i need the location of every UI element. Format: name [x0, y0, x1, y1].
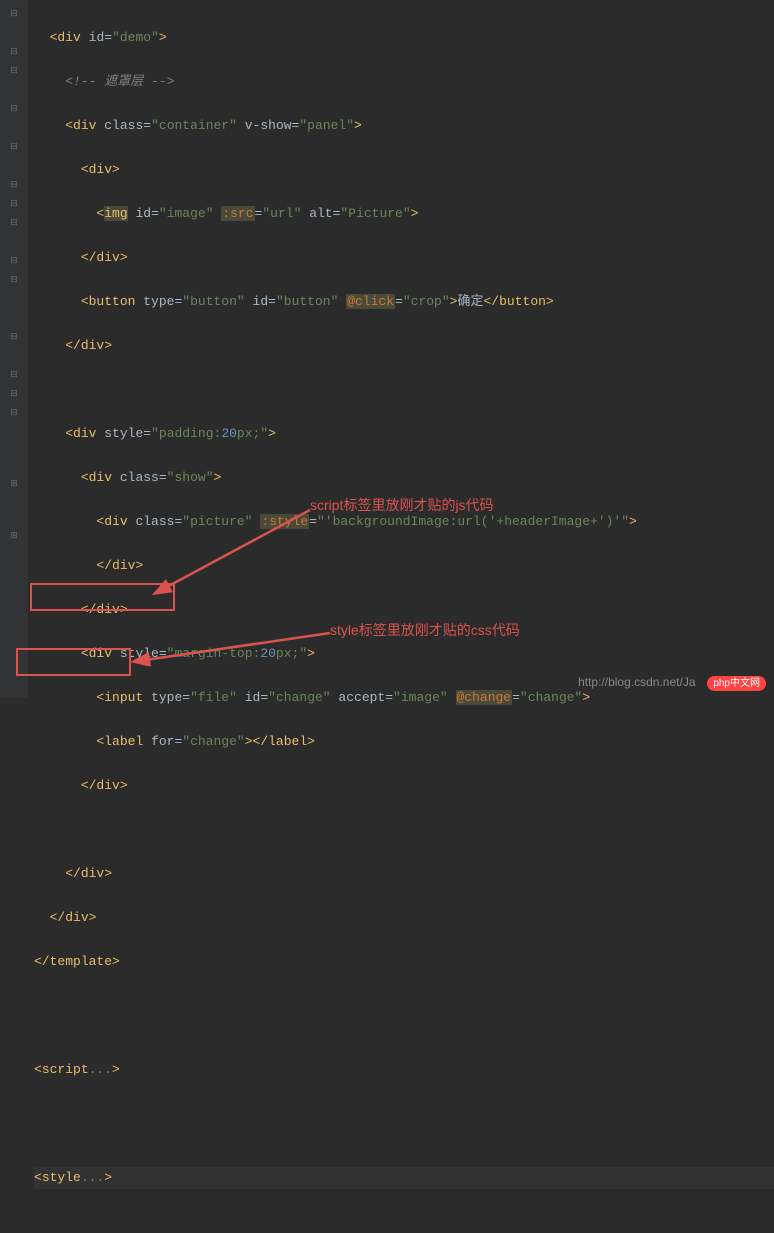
script-annotation: script标签里放刚才贴的js代码	[310, 495, 494, 515]
fold-icon[interactable]	[8, 312, 20, 324]
fold-icon[interactable]: ⊟	[8, 8, 20, 20]
fold-icon[interactable]: ⊟	[8, 369, 20, 381]
fold-icon[interactable]	[8, 27, 20, 39]
fold-icon[interactable]	[8, 84, 20, 96]
fold-icon[interactable]: ⊟	[8, 388, 20, 400]
fold-icon[interactable]: ⊟	[8, 217, 20, 229]
fold-icon[interactable]: ⊟	[8, 255, 20, 267]
fold-icon[interactable]	[8, 236, 20, 248]
script-highlight-box	[30, 583, 175, 611]
fold-icon[interactable]	[8, 350, 20, 362]
fold-icon[interactable]: ⊟	[8, 274, 20, 286]
fold-icon[interactable]: ⊟	[8, 179, 20, 191]
style-annotation: style标签里放刚才贴的css代码	[330, 620, 520, 640]
fold-icon[interactable]	[8, 293, 20, 305]
style-highlight-box	[16, 648, 131, 676]
watermark: http://blog.csdn.net/Ja php中文网	[578, 674, 766, 690]
fold-icon[interactable]	[8, 160, 20, 172]
fold-icon[interactable]	[8, 122, 20, 134]
fold-gutter: ⊟ ⊟ ⊟ ⊟ ⊟ ⊟ ⊟ ⊟ ⊟ ⊟ ⊟ ⊟ ⊟ ⊟ ⊞ ⊞	[0, 0, 28, 698]
fold-icon[interactable]: ⊟	[8, 103, 20, 115]
button-label: 确定	[457, 294, 483, 309]
watermark-badge: php中文网	[707, 676, 766, 691]
fold-icon[interactable]: ⊟	[8, 331, 20, 343]
fold-icon[interactable]: ⊟	[8, 198, 20, 210]
fold-icon[interactable]: ⊟	[8, 141, 20, 153]
fold-icon[interactable]: ⊟	[8, 65, 20, 77]
fold-icon[interactable]: ⊟	[8, 46, 20, 58]
fold-icon[interactable]: ⊞	[8, 478, 20, 490]
fold-icon[interactable]	[8, 426, 20, 438]
fold-icon[interactable]: ⊞	[8, 530, 20, 542]
watermark-url: http://blog.csdn.net/Ja	[578, 675, 695, 689]
fold-icon[interactable]: ⊟	[8, 407, 20, 419]
